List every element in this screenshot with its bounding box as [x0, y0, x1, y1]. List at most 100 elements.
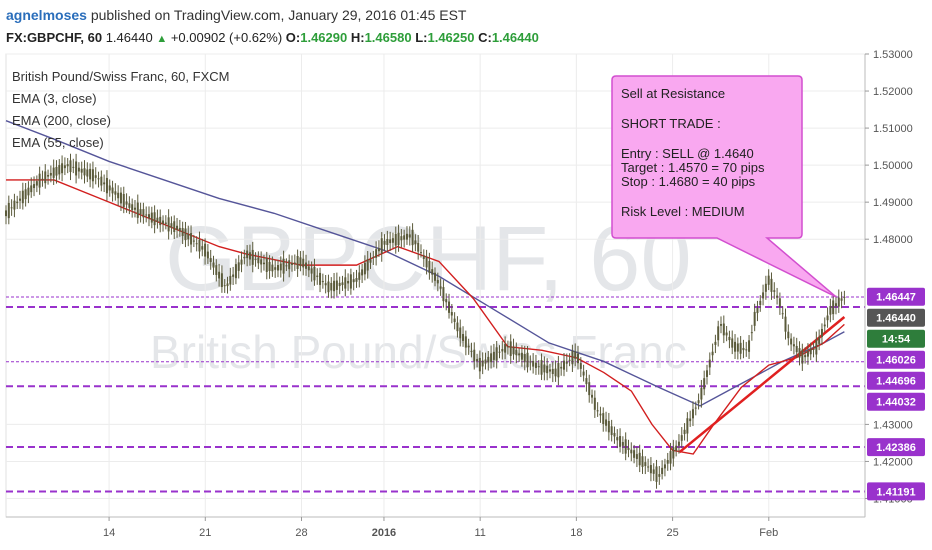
legend-ema3[interactable]: EMA (3, close) — [12, 91, 97, 106]
candle-body — [470, 350, 473, 352]
candle-body — [689, 418, 692, 422]
candle-body — [133, 207, 136, 210]
price-label-text: 1.46447 — [876, 292, 916, 304]
candle-body — [299, 257, 302, 267]
candle-body — [136, 202, 139, 218]
y-axis-ticks: 1.53000 1.52000 1.51000 1.50000 1.49000 1.480… — [865, 50, 913, 505]
candle-body — [652, 469, 655, 474]
legend-ema200[interactable]: EMA (200, close) — [12, 113, 111, 128]
candle-body — [5, 210, 7, 217]
candle-body — [529, 361, 532, 363]
candle-body — [341, 282, 344, 286]
candle-body — [691, 409, 694, 419]
x-tick-label: Feb — [759, 527, 778, 539]
candle-body — [663, 464, 666, 469]
candle-body — [313, 266, 316, 281]
candle-body — [145, 214, 148, 216]
candle-body — [607, 420, 610, 433]
candle-body — [58, 165, 61, 175]
candle-body — [128, 203, 131, 208]
candle-body — [204, 243, 207, 257]
y-tick-label: 1.42000 — [873, 456, 913, 468]
candle-body — [422, 255, 425, 259]
candle-body — [122, 194, 125, 208]
candle-body — [448, 301, 451, 313]
candle-body — [274, 267, 277, 270]
candle-body — [347, 281, 350, 284]
price-chart[interactable]: GBPCHF, 60 British Pound/Swiss Franc 14 2… — [0, 50, 932, 550]
candle-body — [91, 169, 94, 182]
candle-body — [296, 255, 299, 269]
candle-body — [661, 467, 664, 475]
candle-body — [459, 327, 462, 339]
candle-body — [834, 303, 837, 307]
legend-ema55[interactable]: EMA (55, close) — [12, 135, 104, 150]
candle-body — [344, 277, 347, 289]
author-link[interactable]: agnelmoses — [6, 7, 87, 23]
candle-body — [686, 418, 689, 434]
candle-body — [41, 178, 44, 180]
candle-body — [111, 187, 114, 194]
candle-body — [411, 229, 414, 246]
candle-body — [680, 435, 683, 441]
candle-body — [574, 351, 577, 359]
candle-body — [515, 349, 518, 356]
candle-body — [285, 265, 288, 267]
y-tick-label: 1.48000 — [873, 234, 913, 246]
candle-body — [462, 333, 465, 341]
price-labels: 1.46447 1.46440 14:54 1.46026 1.44696 1.44032… — [867, 287, 925, 501]
candle-body — [739, 342, 742, 354]
candle-body — [577, 353, 580, 364]
candle-body — [100, 176, 103, 186]
candle-body — [548, 369, 551, 372]
candle-body — [47, 174, 50, 177]
candle-body — [509, 341, 512, 356]
candle-body — [523, 353, 526, 363]
candle-body — [257, 257, 260, 264]
candle-body — [358, 272, 361, 280]
candle-body — [776, 295, 779, 298]
candle-body — [335, 280, 338, 290]
candle-body — [232, 274, 235, 277]
price-label-text: 1.41191 — [876, 486, 915, 498]
candle-body — [226, 283, 229, 287]
candle-body — [638, 452, 641, 466]
candle-body — [366, 259, 369, 271]
candle-body — [453, 318, 456, 323]
y-tick-label: 1.51000 — [873, 123, 913, 135]
candle-body — [823, 324, 826, 327]
candle-body — [484, 359, 487, 364]
close-label: C: — [478, 30, 492, 45]
candle-body — [19, 198, 22, 201]
candle-body — [13, 200, 16, 210]
x-tick-label: 21 — [199, 527, 211, 539]
candle-body — [546, 365, 549, 374]
candle-body — [504, 344, 507, 353]
candle-body — [487, 356, 490, 363]
y-tick-label: 1.53000 — [873, 50, 913, 61]
candle-body — [27, 187, 30, 196]
candle-body — [24, 189, 27, 200]
candle-body — [307, 266, 310, 271]
candle-body — [363, 262, 366, 275]
candle-body — [784, 316, 787, 332]
symbol-label: FX:GBPCHF, 60 — [6, 30, 103, 45]
candle-body — [173, 221, 176, 233]
x-tick-label: 14 — [103, 527, 115, 539]
candle-body — [86, 169, 89, 177]
high-value: 1.46580 — [364, 30, 412, 45]
candle-body — [750, 332, 753, 334]
candle-body — [675, 445, 678, 451]
candle-body — [63, 165, 66, 169]
candle-body — [756, 307, 759, 314]
candle-body — [49, 172, 52, 176]
candle-body — [383, 240, 386, 245]
candle-body — [818, 337, 821, 344]
candle-body — [649, 465, 652, 474]
candle-body — [215, 265, 218, 275]
candle-body — [265, 257, 268, 272]
close-value: 1.46440 — [491, 30, 539, 45]
quote-line: FX:GBPCHF, 60 1.46440 ▲ +0.00902 (+0.62%… — [6, 30, 539, 45]
candle-body — [826, 315, 829, 321]
candle-body — [588, 382, 591, 396]
